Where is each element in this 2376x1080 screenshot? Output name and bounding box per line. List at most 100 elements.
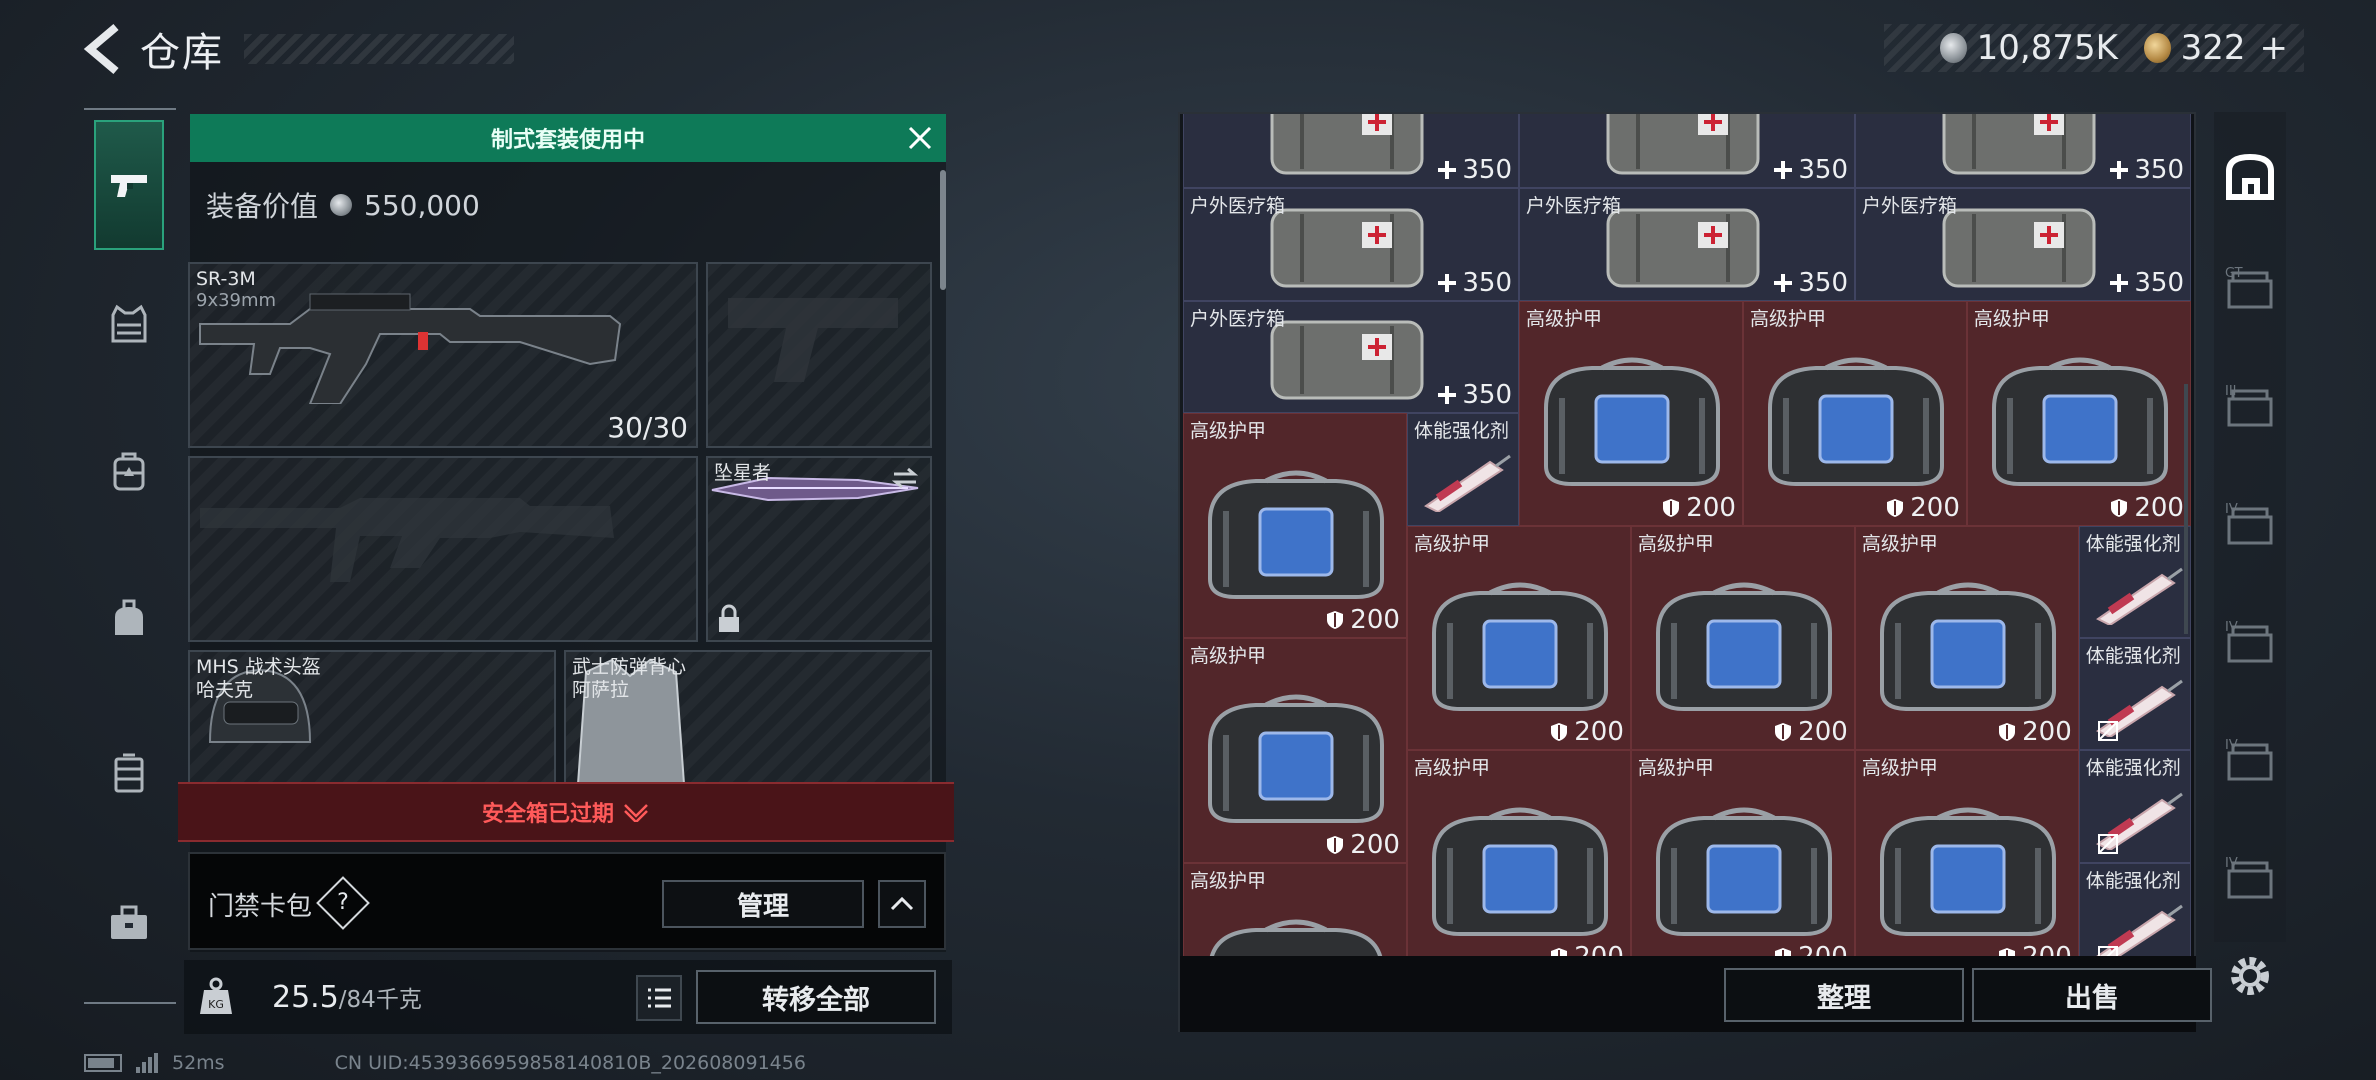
armor-item[interactable]: 高级护甲 200 [1966,300,2191,526]
storage-grid: 350 350 350 户外医疗箱 350 户外医疗箱 350 户外医疗箱 350 户外医疗箱 35… [1180,114,2196,956]
tab-storage-2[interactable]: III [2222,378,2278,434]
tab-storage-1[interactable]: GT [2222,260,2278,316]
helmet-slot[interactable]: MHS 战术头盔 哈夫克 [188,650,556,790]
item-value: 200 [1660,493,1736,523]
storage-tab-label: IV [2225,620,2238,635]
tab-storage-3[interactable]: IV [2222,496,2278,552]
armor-item[interactable]: 高级护甲 200 [1630,750,1855,956]
armor-image [1431,582,1608,711]
tab-all-storage[interactable] [2222,148,2278,204]
medkit-item[interactable]: 户外医疗箱 350 [1519,188,1855,301]
backpack-icon [113,452,145,491]
list-icon [648,988,671,1008]
storage-tab-label: GT [2225,266,2243,281]
transfer-all-button[interactable]: 转移全部 [696,970,936,1024]
tab-storage-4[interactable]: IV [2222,614,2278,670]
armor-item[interactable]: 高级护甲 200 [1406,525,1631,751]
no-use-icon [2097,721,2118,742]
item-name: 高级护甲 [1637,532,1714,555]
shield-icon [1327,835,1344,854]
stim-item[interactable]: 体能强化剂 [2078,862,2191,956]
plus-icon [1774,273,1793,292]
armor-item[interactable]: 高级护甲 200 [1742,300,1967,526]
armor-item[interactable]: 高级护甲 [1183,862,1407,956]
melee-slot[interactable]: 坠星者 [706,456,932,642]
tab-storage-5[interactable]: IV [2222,732,2278,788]
no-use-icon [2097,833,2118,854]
nav-case[interactable] [94,708,164,838]
nav-weapons[interactable] [94,120,164,250]
storage-tab-icon: IV [2225,502,2273,545]
nav-vest[interactable] [94,258,164,388]
melee-name: 坠星者 [714,462,772,484]
armor-item[interactable]: 高级护甲 200 [1854,525,2079,751]
armor-item[interactable]: 高级护甲 200 [1854,750,2079,956]
pistol-icon [111,175,147,197]
armor-item[interactable]: 高级护甲 200 [1183,413,1407,638]
list-view-button[interactable] [636,975,682,1021]
manage-button[interactable]: 管理 [662,880,864,928]
item-value: 200 [1548,717,1624,747]
item-value: 350 [1436,380,1512,410]
chevron-down-icon [624,804,648,822]
close-icon[interactable] [904,122,936,154]
back-arrow-icon[interactable] [80,21,124,77]
stim-item[interactable]: 体能强化剂 [2078,525,2191,638]
safe-box-warning[interactable]: 安全箱已过期 [178,782,954,842]
med-image [1606,208,1760,288]
item-name: 高级护甲 [1413,757,1490,780]
vest-name: 武士防弹背心 阿萨拉 [572,656,687,701]
item-value: 200 [1996,717,2072,747]
swap-icon[interactable] [890,466,920,490]
armor-item[interactable]: 高级护甲 200 [1519,300,1743,526]
home-icon [2226,153,2274,200]
item-name: 体能强化剂 [2085,645,2181,667]
collapse-button[interactable] [878,880,926,928]
help-icon[interactable]: ? [316,876,370,930]
storage-panel: 350 350 350 户外医疗箱 350 户外医疗箱 350 户外医疗箱 350 户外医疗箱 35… [1178,112,2212,1032]
armor-image [1655,807,1832,936]
primary-weapon-slot[interactable]: SR-3M 9x39mm 30/30 [188,262,698,448]
no-use-icon [2097,946,2118,956]
armor-item[interactable]: 高级护甲 200 [1183,638,1407,863]
item-name: 高级护甲 [1413,532,1490,555]
armor-item[interactable]: 高级护甲 200 [1406,750,1631,956]
med-image [1606,114,1760,175]
storage-scrollbar[interactable] [2184,384,2188,634]
battery-icon [84,1054,122,1072]
item-value: 350 [2108,268,2184,298]
plus-icon [1438,273,1457,292]
gear-icon[interactable] [2226,952,2274,1000]
stim-item[interactable]: 体能强化剂 [1406,413,1519,526]
shield-icon [1887,498,1904,517]
gold-amount: 322 [2180,28,2246,68]
nav-briefcase[interactable] [94,858,164,988]
tab-storage-6[interactable]: IV [2222,850,2278,906]
medkit-item[interactable]: 户外医疗箱 350 [1855,188,2191,301]
medkit-item[interactable]: 户外医疗箱 350 [1183,188,1519,301]
nav-bag[interactable] [94,554,164,684]
nav-backpack[interactable] [94,406,164,536]
medkit-item[interactable]: 350 [1855,114,2191,189]
medkit-item[interactable]: 350 [1519,114,1855,189]
armor-item[interactable]: 高级护甲 200 [1630,525,1855,751]
stim-item[interactable]: 体能强化剂 [2078,638,2191,751]
medkit-item[interactable]: 户外医疗箱 350 [1183,300,1519,414]
storage-tabs: GT III IV IV IV IV [2214,112,2286,942]
shield-icon [2111,498,2128,517]
stim-item[interactable]: 体能强化剂 [2078,750,2191,863]
item-name: 高级护甲 [1190,645,1267,667]
vest-slot[interactable]: 武士防弹背心 阿萨拉 [564,650,932,790]
equipment-scrollbar[interactable] [940,170,946,290]
loadout-banner: 制式套装使用中 [190,114,946,162]
armor-image [1209,919,1382,956]
ammo-count: 30/30 [607,411,688,444]
secondary-weapon-slot[interactable] [188,456,698,642]
add-currency-button[interactable]: + [2259,28,2288,68]
silver-coin-icon [330,194,353,216]
sort-button[interactable]: 整理 [1724,968,1964,1022]
item-value: 200 [1772,717,1848,747]
sell-button[interactable]: 出售 [1972,968,2212,1022]
medkit-item[interactable]: 350 [1183,114,1519,189]
pistol-slot[interactable] [706,262,932,448]
